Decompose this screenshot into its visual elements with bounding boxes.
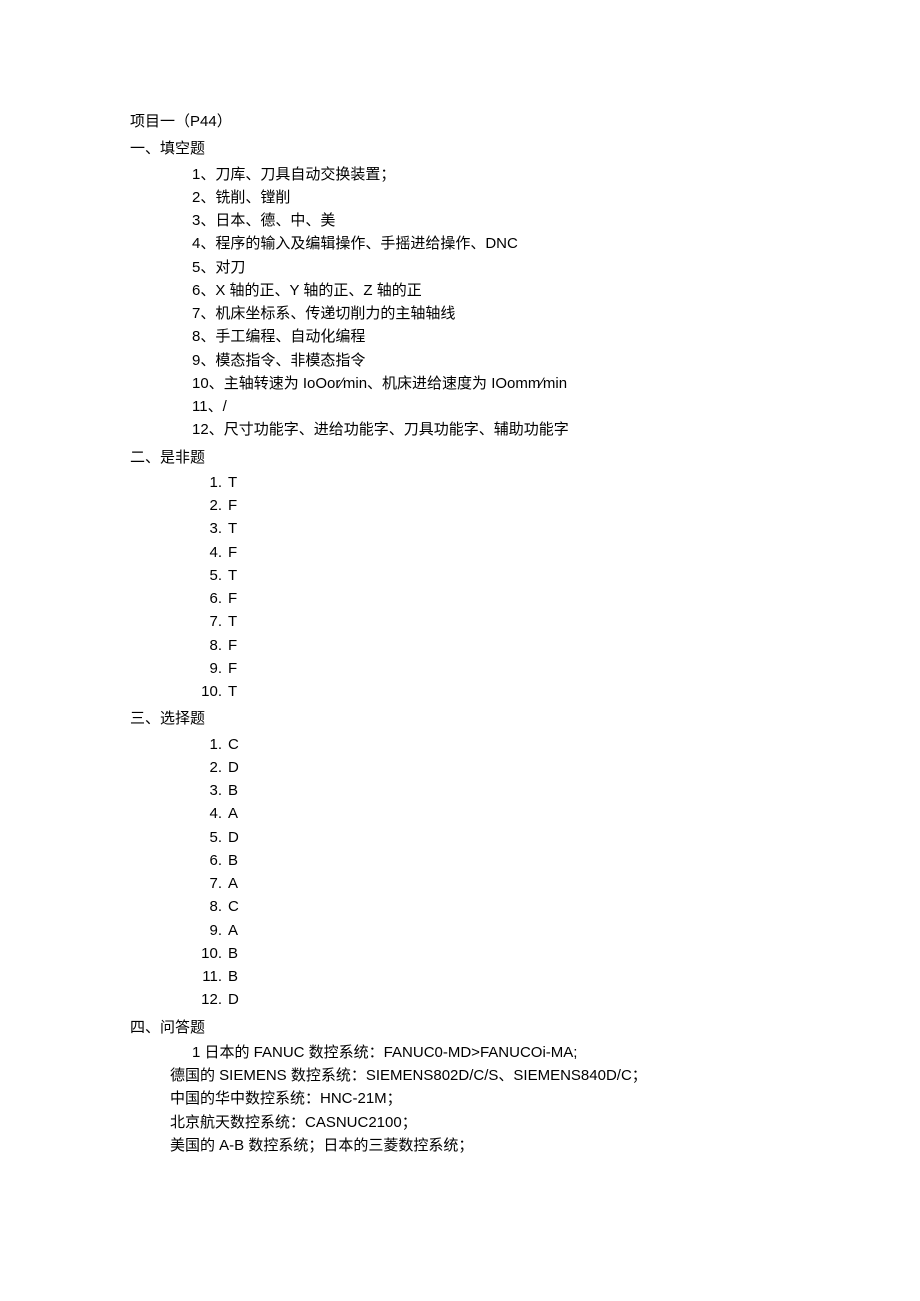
- choice-row: 4.A: [192, 802, 790, 825]
- choice-answer: D: [228, 826, 790, 849]
- choice-answer: A: [228, 919, 790, 942]
- choice-row: 1.C: [192, 733, 790, 756]
- fill-item: 9、模态指令、非模态指令: [130, 349, 790, 372]
- choice-answer: C: [228, 733, 790, 756]
- tf-row: 9.F: [192, 657, 790, 680]
- fill-text: 主轴转速为 IoOor∕min、机床进给速度为 IOomm∕min: [224, 375, 567, 392]
- choice-answer: D: [228, 988, 790, 1011]
- tf-answer: F: [228, 657, 790, 680]
- truefalse-list: 1.T 2.F 3.T 4.F 5.T 6.F 7.T 8.F 9.F 10.T: [130, 471, 790, 704]
- qa-line: 德国的 SIEMENS 数控系统：SIEMENS802D/C/S、SIEMENS…: [130, 1064, 790, 1087]
- choice-row: 6.B: [192, 849, 790, 872]
- tf-answer: F: [228, 494, 790, 517]
- section-qa-title: 四、问答题: [130, 1016, 790, 1039]
- fill-item: 12、尺寸功能字、进给功能字、刀具功能字、辅助功能字: [130, 418, 790, 441]
- tf-row: 4.F: [192, 541, 790, 564]
- choice-row: 11.B: [192, 965, 790, 988]
- qa-line: 美国的 A-B 数控系统；日本的三菱数控系统；: [130, 1134, 790, 1157]
- qa-line: 1 日本的 FANUC 数控系统：FANUC0-MD>FANUCOi-MA;: [130, 1041, 790, 1064]
- tf-row: 3.T: [192, 517, 790, 540]
- choice-answer: C: [228, 895, 790, 918]
- fill-text: /: [223, 398, 227, 415]
- choice-row: 2.D: [192, 756, 790, 779]
- choice-answer: A: [228, 802, 790, 825]
- fill-text: 铣削、镗削: [215, 189, 290, 206]
- tf-answer: T: [228, 680, 790, 703]
- fill-text: 模态指令、非模态指令: [215, 352, 365, 369]
- fill-text: 机床坐标系、传递切削力的主轴轴线: [215, 305, 455, 322]
- tf-row: 5.T: [192, 564, 790, 587]
- choice-row: 7.A: [192, 872, 790, 895]
- choice-row: 10.B: [192, 942, 790, 965]
- choice-answer: B: [228, 849, 790, 872]
- fill-text: 对刀: [215, 259, 245, 276]
- tf-row: 2.F: [192, 494, 790, 517]
- section-fill-title: 一、填空题: [130, 137, 790, 160]
- choice-row: 8.C: [192, 895, 790, 918]
- choice-answer: B: [228, 779, 790, 802]
- project-heading: 项目一（P44）: [130, 110, 790, 133]
- fill-item: 6、X 轴的正、Y 轴的正、Z 轴的正: [130, 279, 790, 302]
- tf-row: 1.T: [192, 471, 790, 494]
- choice-list: 1.C 2.D 3.B 4.A 5.D 6.B 7.A 8.C 9.A 10.B…: [130, 733, 790, 1012]
- tf-answer: F: [228, 634, 790, 657]
- fill-item: 5、对刀: [130, 256, 790, 279]
- choice-row: 12.D: [192, 988, 790, 1011]
- section-choice-title: 三、选择题: [130, 707, 790, 730]
- tf-row: 6.F: [192, 587, 790, 610]
- tf-answer: T: [228, 610, 790, 633]
- choice-answer: A: [228, 872, 790, 895]
- fill-text: 手工编程、自动化编程: [215, 328, 365, 345]
- tf-answer: T: [228, 517, 790, 540]
- tf-answer: T: [228, 471, 790, 494]
- choice-answer: B: [228, 965, 790, 988]
- choice-row: 9.A: [192, 919, 790, 942]
- fill-text: 程序的输入及编辑操作、手摇进给操作、DNC: [215, 235, 518, 252]
- tf-row: 10.T: [192, 680, 790, 703]
- fill-item: 2、铣削、镗削: [130, 186, 790, 209]
- fill-item: 11、/: [130, 395, 790, 418]
- tf-row: 8.F: [192, 634, 790, 657]
- tf-answer: T: [228, 564, 790, 587]
- choice-row: 3.B: [192, 779, 790, 802]
- tf-row: 7.T: [192, 610, 790, 633]
- fill-item: 7、机床坐标系、传递切削力的主轴轴线: [130, 302, 790, 325]
- tf-answer: F: [228, 587, 790, 610]
- fill-item: 10、主轴转速为 IoOor∕min、机床进给速度为 IOomm∕min: [130, 372, 790, 395]
- fill-item: 1、刀库、刀具自动交换装置；: [130, 163, 790, 186]
- tf-answer: F: [228, 541, 790, 564]
- fill-text: 尺寸功能字、进给功能字、刀具功能字、辅助功能字: [224, 421, 569, 438]
- fill-text: 刀库、刀具自动交换装置；: [215, 166, 395, 183]
- choice-answer: D: [228, 756, 790, 779]
- fill-text: X 轴的正、Y 轴的正、Z 轴的正: [215, 282, 421, 299]
- qa-line: 中国的华中数控系统：HNC-21M；: [130, 1087, 790, 1110]
- fill-item: 4、程序的输入及编辑操作、手摇进给操作、DNC: [130, 232, 790, 255]
- choice-row: 5.D: [192, 826, 790, 849]
- qa-line: 北京航天数控系统：CASNUC2100；: [130, 1111, 790, 1134]
- fill-item: 3、日本、德、中、美: [130, 209, 790, 232]
- choice-answer: B: [228, 942, 790, 965]
- fill-text: 日本、德、中、美: [215, 212, 335, 229]
- fill-item: 8、手工编程、自动化编程: [130, 325, 790, 348]
- section-truefalse-title: 二、是非题: [130, 446, 790, 469]
